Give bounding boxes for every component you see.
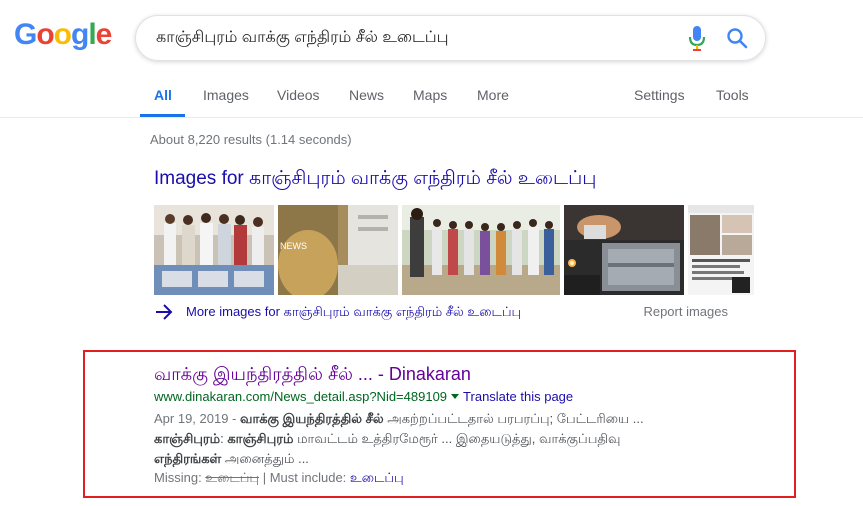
snippet-bold-text: எந்திரங்கள் xyxy=(154,451,222,466)
snippet-text: அனைத்தும் ... xyxy=(221,451,309,466)
search-tabs: All Images Videos News Maps More Setting… xyxy=(0,78,863,118)
report-images-link[interactable]: Report images xyxy=(643,304,728,319)
image-thumbnail[interactable] xyxy=(564,205,684,295)
snippet-text: மாவட்டம் உத்திரமேரூர் ... இதையடுத்து, வா… xyxy=(293,431,621,446)
url-dropdown-caret-icon[interactable] xyxy=(451,394,460,400)
tab-maps[interactable]: Maps xyxy=(413,87,447,103)
mic-icon[interactable] xyxy=(688,26,706,52)
google-logo[interactable]: Google xyxy=(14,18,113,52)
must-include-link[interactable]: உடைப்பு xyxy=(350,470,404,485)
missing-terms-row: Missing: உடைப்பு | Must include: உடைப்பு xyxy=(154,470,404,487)
tab-images[interactable]: Images xyxy=(203,87,249,103)
active-tab-indicator xyxy=(140,114,185,117)
logo-letter: e xyxy=(95,18,113,51)
search-box[interactable]: காஞ்சிபுரம் வாக்கு எந்திரம் சீல் உடைப்பு xyxy=(135,15,766,61)
result-url: www.dinakaran.com/News_detail.asp?Nid=48… xyxy=(154,389,448,404)
logo-letter: o xyxy=(53,18,72,51)
logo-letter: g xyxy=(71,18,89,51)
tab-more[interactable]: More xyxy=(477,87,509,103)
search-input[interactable]: காஞ்சிபுரம் வாக்கு எந்திரம் சீல் உடைப்பு xyxy=(156,28,449,48)
more-images-link[interactable]: More images for காஞ்சிபுரம் வாக்கு எந்தி… xyxy=(186,304,521,321)
snippet-bold-text: வாக்கு இயந்திரத்தில் சீல் xyxy=(240,411,384,426)
thumbnail-watermark: NEWS xyxy=(280,241,307,251)
search-icon[interactable] xyxy=(726,27,748,49)
logo-letter: l xyxy=(88,18,96,51)
image-thumbnail[interactable]: NEWS xyxy=(278,205,398,295)
logo-letter: G xyxy=(14,18,37,51)
result-title-link[interactable]: வாக்கு இயந்திரத்தில் சீல் ... - Dinakara… xyxy=(154,364,471,387)
snippet-bold-text: காஞ்சிபுரம் xyxy=(227,431,294,446)
result-snippet: Apr 19, 2019 - வாக்கு இயந்திரத்தில் சீல்… xyxy=(154,409,754,469)
tab-videos[interactable]: Videos xyxy=(277,87,320,103)
more-images-row: More images for காஞ்சிபுரம் வாக்கு எந்தி… xyxy=(154,303,728,323)
tab-all[interactable]: All xyxy=(154,87,172,103)
image-thumbnail[interactable] xyxy=(154,205,274,295)
logo-letter: o xyxy=(36,18,54,51)
missing-term: உடைப்பு xyxy=(205,470,260,485)
snippet-text: அகற்றப்பட்டதால் பரபரப்பு; பேட்டரியை ... xyxy=(383,411,644,426)
result-url-row: www.dinakaran.com/News_detail.asp?Nid=48… xyxy=(154,389,573,404)
images-section-header[interactable]: Images for காஞ்சிபுரம் வாக்கு எந்திரம் ச… xyxy=(154,168,596,192)
image-thumbnail[interactable] xyxy=(688,205,754,295)
tab-news[interactable]: News xyxy=(349,87,384,103)
translate-page-link[interactable]: Translate this page xyxy=(463,389,573,404)
tab-tools[interactable]: Tools xyxy=(716,87,749,103)
missing-label: Missing: xyxy=(154,470,206,485)
tab-settings[interactable]: Settings xyxy=(634,87,685,103)
arrow-right-icon[interactable] xyxy=(154,303,174,321)
result-date: Apr 19, 2019 - xyxy=(154,411,240,426)
must-include-label: | Must include: xyxy=(259,470,350,485)
snippet-bold-text: காஞ்சிபுரம் xyxy=(154,431,221,446)
image-thumbnail[interactable] xyxy=(402,205,560,295)
result-stats: About 8,220 results (1.14 seconds) xyxy=(150,132,352,147)
